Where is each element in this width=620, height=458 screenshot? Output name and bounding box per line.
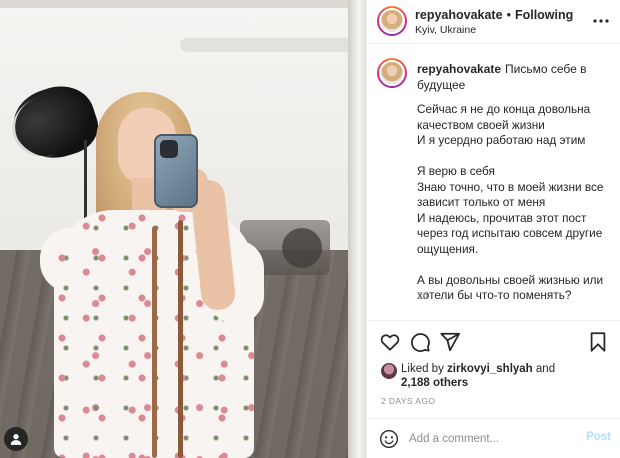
liker-username[interactable]: zirkovyi_shlyah xyxy=(447,363,533,375)
photo-phone-strap xyxy=(152,226,157,458)
post-timestamp[interactable]: 2 DAYS AGO xyxy=(381,396,435,406)
comment-input[interactable] xyxy=(409,430,569,448)
likes-count[interactable]: 2,188 others xyxy=(401,377,468,389)
caption-header: repyahovakate Письмо себе в будущее xyxy=(417,61,613,93)
photo-phone-strap-2 xyxy=(178,220,183,458)
caption-username[interactable]: repyahovakate xyxy=(417,62,501,76)
avatar-image xyxy=(379,8,405,34)
following-button[interactable]: Following xyxy=(515,8,573,22)
action-bar xyxy=(367,320,620,360)
avatar[interactable] xyxy=(377,6,407,36)
post-side-panel: repyahovakate • Following Kyiv, Ukraine re… xyxy=(366,0,620,458)
photo-equipment-wheel xyxy=(282,228,322,268)
heart-icon[interactable] xyxy=(379,331,401,353)
user-tag-icon[interactable] xyxy=(4,427,28,451)
caption-body: Сейчас я не до конца довольна качеством … xyxy=(417,102,604,302)
likes-and: and xyxy=(535,363,556,375)
caption-avatar-image xyxy=(379,60,405,86)
bookmark-icon[interactable] xyxy=(587,331,609,353)
share-icon[interactable] xyxy=(439,331,461,353)
more-icon[interactable] xyxy=(591,11,611,31)
bookmark-glyph xyxy=(590,332,606,352)
caption-area: repyahovakate Письмо себе в будущее Сейча… xyxy=(367,44,620,320)
header-username[interactable]: repyahovakate xyxy=(415,8,503,22)
post-header: repyahovakate • Following Kyiv, Ukraine xyxy=(367,0,620,44)
photo-phone-camera xyxy=(160,140,178,158)
photo-ceiling-pipe xyxy=(180,38,366,52)
share-glyph xyxy=(440,332,461,352)
caption-avatar[interactable] xyxy=(377,58,407,88)
more-glyph xyxy=(593,19,609,23)
emoji-glyph xyxy=(380,430,398,448)
header-name-row: repyahovakate • Following xyxy=(415,8,573,22)
location-link[interactable]: Kyiv, Ukraine xyxy=(415,24,476,36)
post-button[interactable]: Post xyxy=(586,431,611,443)
emoji-icon[interactable] xyxy=(379,429,399,449)
photo-mirror-frame xyxy=(348,0,366,458)
likes-prefix: Liked by xyxy=(401,363,444,375)
likes-text: Liked by zirkovyi_shlyah and 2,188 other… xyxy=(401,362,555,390)
photo-mirror-top xyxy=(0,0,366,8)
post-photo[interactable] xyxy=(0,0,366,458)
heart-glyph xyxy=(380,334,400,351)
comment-icon[interactable] xyxy=(409,331,431,353)
header-separator: • xyxy=(506,8,511,22)
comment-glyph xyxy=(411,333,430,352)
liker-avatar[interactable] xyxy=(381,363,397,379)
user-tag-glyph xyxy=(10,434,22,445)
likes-row: Liked by zirkovyi_shlyah and 2,188 other… xyxy=(367,360,620,392)
caption-time: 2d xyxy=(417,291,429,302)
comment-bar: Post xyxy=(367,418,620,458)
